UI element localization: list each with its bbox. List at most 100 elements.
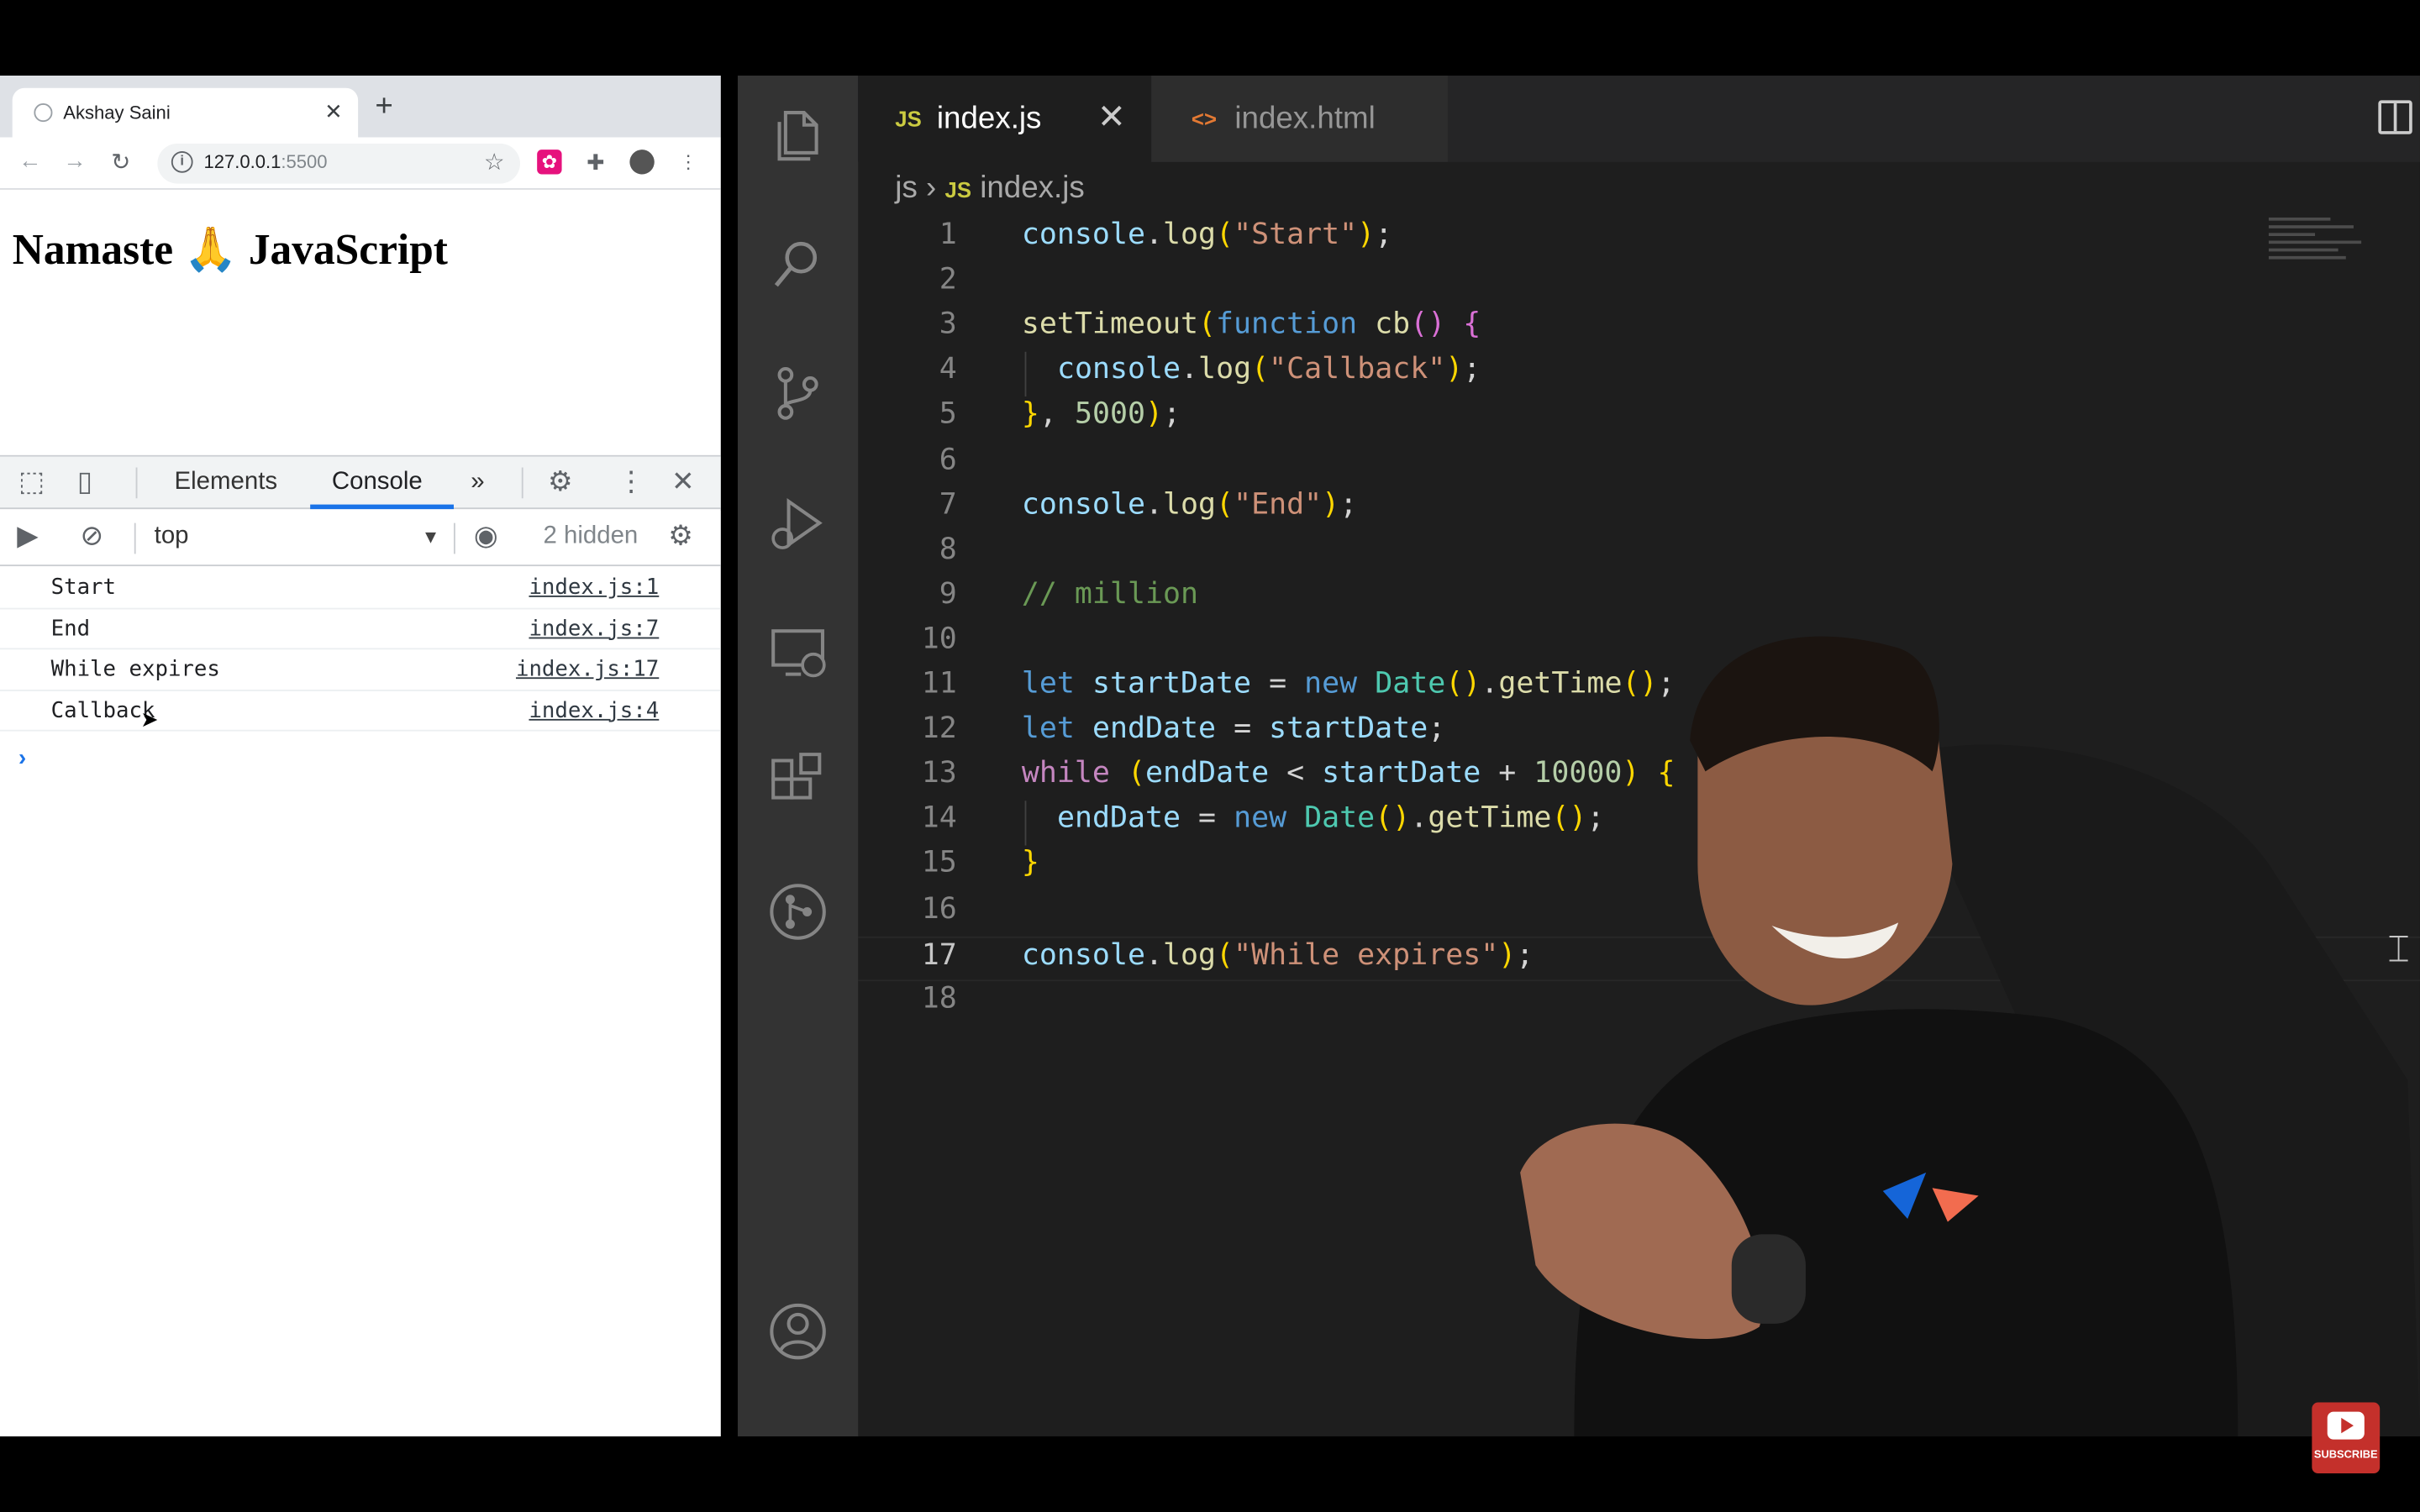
address-bar[interactable]: i 127.0.0.1:5500 ☆ — [157, 143, 520, 184]
bookmark-star-icon[interactable]: ☆ — [484, 148, 505, 176]
browser-toolbar: ← → ↻ i 127.0.0.1:5500 ☆ ✿ ✚ ⋮ — [0, 137, 721, 190]
code-text: // million — [1021, 576, 1198, 611]
html-file-icon: <> — [1191, 106, 1217, 132]
line-number: 5 — [939, 396, 957, 432]
close-icon[interactable]: ✕ — [1097, 97, 1126, 138]
code-line[interactable]: 11 let startDate = new Date().getTime(); — [858, 666, 2420, 711]
close-icon[interactable]: ✕ — [671, 466, 695, 499]
console-message: Start — [50, 575, 117, 601]
back-arrow-icon[interactable]: ← — [18, 148, 42, 174]
inspect-element-icon[interactable]: ⬚ — [18, 466, 45, 499]
kebab-menu-icon[interactable]: ⋮ — [618, 466, 645, 499]
tab-index-html[interactable]: <> index.html — [1151, 75, 1448, 162]
device-toolbar-icon[interactable]: ▯ — [77, 466, 92, 499]
code-line[interactable]: 12 let endDate = startDate; — [858, 711, 2420, 756]
eye-icon[interactable]: ◉ — [474, 520, 498, 553]
more-tabs-button[interactable]: » — [471, 469, 484, 496]
console-row: Start index.js:1 — [0, 568, 721, 609]
source-link[interactable]: index.js:4 — [529, 698, 659, 722]
code-line[interactable]: 9 // million — [858, 577, 2420, 622]
code-line[interactable]: 2 — [858, 262, 2420, 307]
minimap[interactable] — [2268, 217, 2386, 267]
sidebar-toggle-icon[interactable]: ▶ — [17, 520, 38, 553]
new-tab-button[interactable]: + — [375, 91, 392, 122]
gear-icon[interactable]: ⚙ — [548, 466, 573, 499]
code-line[interactable]: 17 console.log("While expires"); — [858, 936, 2420, 981]
source-control-icon[interactable] — [764, 360, 832, 428]
line-number: 17 — [921, 937, 957, 972]
indent-guide — [1024, 352, 1027, 397]
code-line[interactable]: 3 setTimeout(function cb() { — [858, 307, 2420, 352]
code-line[interactable]: 6 — [858, 442, 2420, 486]
console-message: While expires — [50, 657, 220, 682]
code-text: endDate = new Date().getTime(); — [1056, 801, 1605, 836]
code-line[interactable]: 5}, 5000); — [858, 397, 2420, 442]
context-select[interactable]: top ▼ — [155, 523, 440, 551]
code-text: } — [1021, 846, 1039, 880]
line-number: 2 — [939, 262, 957, 297]
code-line[interactable]: 8 — [858, 532, 2420, 576]
source-link[interactable]: index.js:7 — [529, 617, 659, 641]
tab-index-js[interactable]: JS index.js ✕ — [858, 75, 1152, 162]
breadcrumb: js › JS index.js — [895, 171, 1084, 207]
line-number: 9 — [939, 576, 957, 611]
console-row: While expires index.js:17 — [0, 649, 721, 690]
console-row: Callback index.js:4 — [0, 690, 721, 732]
breadcrumb-folder[interactable]: js — [895, 171, 918, 205]
tab-elements[interactable]: Elements — [175, 469, 278, 496]
console-settings-gear-icon[interactable]: ⚙ — [668, 520, 693, 553]
extension-icon[interactable]: ✿ — [537, 150, 562, 175]
line-number: 1 — [939, 217, 957, 252]
code-line[interactable]: 7 console.log("End"); — [858, 487, 2420, 532]
split-editor-icon[interactable] — [2378, 100, 2412, 134]
extensions-icon[interactable] — [764, 748, 832, 816]
code-line[interactable]: 18 — [858, 981, 2420, 1026]
line-number: 18 — [921, 980, 957, 1015]
profile-avatar[interactable] — [629, 150, 655, 175]
browser-tabstrip: Akshay Saini ✕ + — [0, 75, 721, 138]
devtools-panel: ⬚ ▯ Elements Console » ⚙ ⋮ ✕ ▶ ⊘ top ▼ ◉… — [0, 454, 721, 1436]
explorer-icon[interactable] — [764, 100, 832, 168]
subscribe-label: SUBSCRIBE — [2313, 1450, 2378, 1462]
puzzle-icon[interactable]: ✚ — [583, 150, 608, 174]
line-number: 15 — [921, 846, 957, 880]
console-prompt[interactable]: › — [18, 745, 26, 771]
close-tab-icon[interactable]: ✕ — [324, 99, 343, 125]
source-link[interactable]: index.js:1 — [529, 575, 659, 600]
code-line[interactable]: 16 — [858, 891, 2420, 936]
vscode-window: JS index.js ✕ <> index.html ··· js › JS … — [737, 75, 2420, 1436]
tab-console[interactable]: Console — [332, 469, 423, 496]
remote-explorer-icon[interactable] — [764, 619, 832, 687]
code-line[interactable]: 4 console.log("Callback"); — [858, 352, 2420, 397]
code-line[interactable]: 14 endDate = new Date().getTime(); — [858, 801, 2420, 847]
git-graph-icon[interactable] — [764, 878, 832, 946]
code-line[interactable]: 10 — [858, 622, 2420, 666]
line-number: 6 — [939, 442, 957, 476]
breadcrumb-file[interactable]: index.js — [980, 171, 1085, 205]
mouse-cursor-icon: ➤ — [140, 706, 159, 732]
code-line[interactable]: 13 while (endDate < startDate + 10000) { — [858, 756, 2420, 801]
hidden-messages-count: 2 hidden — [543, 522, 639, 549]
youtube-play-icon — [2327, 1411, 2365, 1440]
console-message: End — [50, 616, 91, 642]
code-text: setTimeout(function cb() { — [1021, 307, 1481, 342]
reload-icon[interactable]: ↻ — [111, 148, 130, 176]
accounts-icon[interactable] — [764, 1298, 832, 1366]
youtube-subscribe-button[interactable]: SUBSCRIBE — [2312, 1402, 2381, 1474]
code-editor[interactable]: 1 console.log("Start"); 2 3 setTimeout(funct… — [858, 214, 2420, 1436]
kebab-menu-icon[interactable]: ⋮ — [676, 150, 700, 174]
browser-tab[interactable]: Akshay Saini ✕ — [12, 87, 359, 138]
code-text: let startDate = new Date().getTime(); — [1021, 666, 1676, 701]
source-link[interactable]: index.js:17 — [516, 657, 659, 681]
page-content: Namaste 🙏 JavaScript — [0, 189, 721, 455]
line-number: 16 — [921, 890, 957, 926]
clear-console-icon[interactable]: ⊘ — [81, 520, 104, 553]
forward-arrow-icon[interactable]: → — [63, 148, 87, 174]
code-text: let endDate = startDate; — [1021, 711, 1446, 746]
info-icon[interactable]: i — [171, 150, 193, 173]
editor-tabs: JS index.js ✕ <> index.html ··· — [858, 75, 2420, 162]
run-debug-icon[interactable] — [764, 489, 832, 557]
code-line[interactable]: 15} — [858, 846, 2420, 890]
code-line[interactable]: 1 console.log("Start"); — [858, 218, 2420, 262]
search-icon[interactable] — [764, 230, 832, 298]
